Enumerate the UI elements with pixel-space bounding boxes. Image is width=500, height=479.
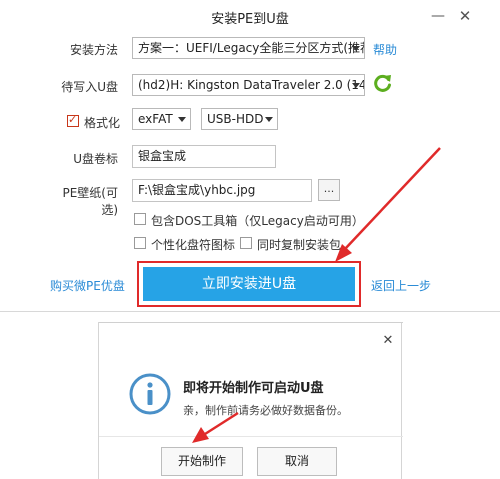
filesystem-select[interactable]: exFAT bbox=[132, 108, 191, 130]
boot-mode-select[interactable]: USB-HDD bbox=[201, 108, 278, 130]
install-to-usb-button[interactable]: 立即安装进U盘 bbox=[143, 267, 355, 301]
chevron-down-icon bbox=[352, 46, 360, 51]
install-method-label: 安装方法 bbox=[69, 43, 118, 57]
custom-icon-label: 个性化盘符图标 bbox=[151, 238, 236, 252]
install-method-value: 方案一：UEFI/Legacy全能三分区方式(推荐) bbox=[138, 41, 365, 55]
install-method-select[interactable]: 方案一：UEFI/Legacy全能三分区方式(推荐) bbox=[132, 37, 365, 59]
volume-label-label: U盘卷标 bbox=[73, 152, 118, 166]
help-link[interactable]: 帮助 bbox=[373, 41, 397, 58]
custom-icon-checkbox[interactable] bbox=[134, 237, 146, 249]
chevron-down-icon bbox=[352, 83, 360, 88]
cancel-button[interactable]: 取消 bbox=[257, 447, 337, 476]
dialog-border bbox=[99, 322, 403, 323]
wallpaper-input[interactable]: F:\银盒宝成\yhbc.jpg bbox=[132, 179, 312, 202]
info-icon bbox=[129, 373, 171, 415]
minimize-button[interactable]: — bbox=[427, 5, 449, 27]
target-drive-value: (hd2)H: Kingston DataTraveler 2.0 (14.4G bbox=[138, 78, 365, 92]
chevron-down-icon bbox=[178, 117, 186, 122]
target-drive-label: 待写入U盘 bbox=[61, 80, 118, 94]
install-pe-window: 安装PE到U盘 — ✕ 安装方法 方案一：UEFI/Legacy全能三分区方式(… bbox=[0, 0, 500, 312]
browse-button[interactable]: ... bbox=[318, 179, 340, 201]
copy-package-checkbox[interactable] bbox=[240, 237, 252, 249]
format-label: 格式化 bbox=[84, 116, 121, 130]
copy-package-label: 同时复制安装包 bbox=[257, 238, 342, 252]
back-link[interactable]: 返回上一步 bbox=[371, 277, 431, 294]
confirm-dialog: ✕ 即将开始制作可启动U盘 亲，制作前请务必做好数据备份。 开始制作 取消 bbox=[98, 322, 403, 479]
refresh-icon[interactable] bbox=[373, 73, 393, 93]
dos-tools-checkbox[interactable] bbox=[134, 213, 146, 225]
install-button-highlight: 立即安装进U盘 bbox=[137, 261, 361, 307]
target-drive-select[interactable]: (hd2)H: Kingston DataTraveler 2.0 (14.4G bbox=[132, 74, 365, 96]
close-button[interactable]: ✕ bbox=[454, 5, 476, 27]
dialog-title: 即将开始制作可启动U盘 bbox=[183, 381, 324, 396]
dialog-close-button[interactable]: ✕ bbox=[381, 334, 395, 348]
start-button[interactable]: 开始制作 bbox=[161, 447, 243, 476]
buy-usb-link[interactable]: 购买微PE优盘 bbox=[50, 277, 125, 294]
window-title: 安装PE到U盘 bbox=[211, 12, 289, 27]
dialog-message: 亲，制作前请务必做好数据备份。 bbox=[183, 404, 348, 417]
filesystem-value: exFAT bbox=[138, 112, 173, 126]
chevron-down-icon bbox=[265, 117, 273, 122]
dialog-divider bbox=[99, 436, 403, 437]
title-bar: 安装PE到U盘 — ✕ bbox=[0, 0, 500, 32]
wallpaper-label: PE壁纸(可选) bbox=[62, 186, 118, 217]
volume-label-input[interactable]: 银盒宝成 bbox=[132, 145, 276, 168]
format-checkbox[interactable] bbox=[67, 113, 79, 127]
boot-mode-value: USB-HDD bbox=[207, 112, 264, 126]
dos-tools-label: 包含DOS工具箱（仅Legacy启动可用） bbox=[151, 214, 364, 228]
